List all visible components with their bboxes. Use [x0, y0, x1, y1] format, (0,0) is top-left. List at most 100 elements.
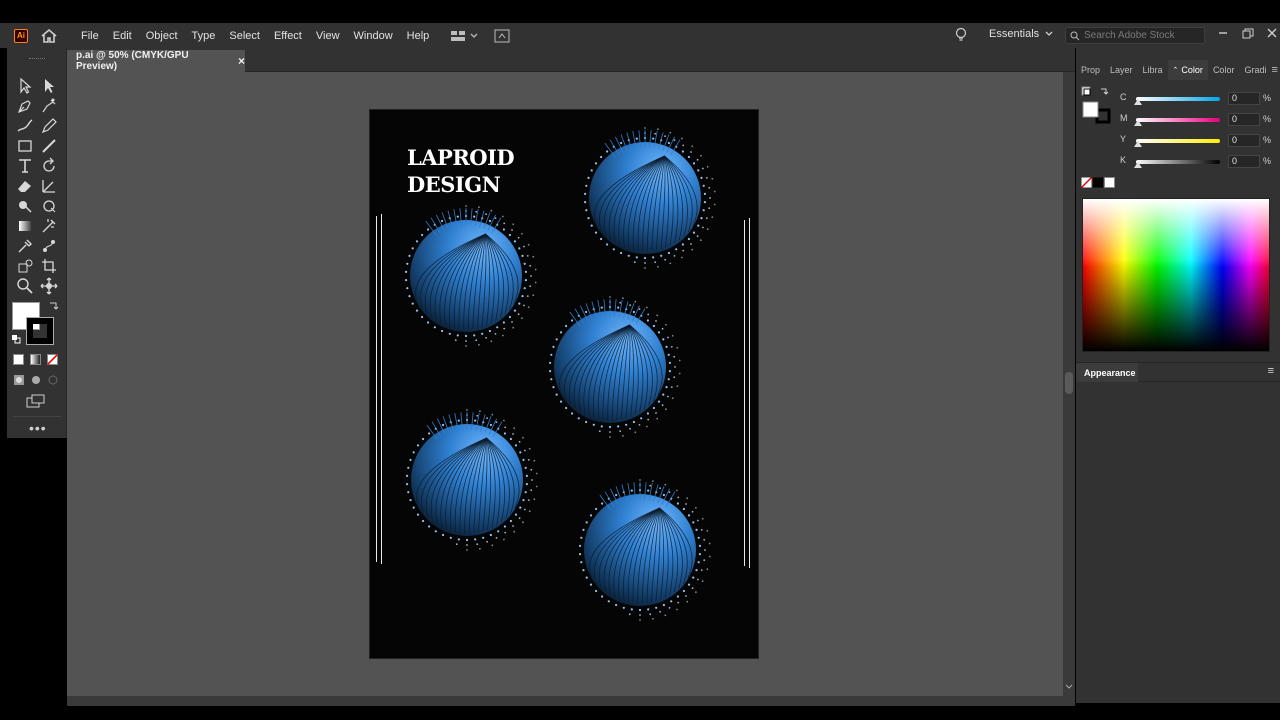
sphere-artwork[interactable] [370, 110, 758, 658]
sphere[interactable] [406, 409, 538, 551]
tab-color-guide[interactable]: Color [1208, 60, 1240, 80]
close-tab-icon[interactable]: × [238, 54, 245, 68]
appearance-menu-icon[interactable]: ≡ [1268, 365, 1274, 377]
top-black-bar [0, 0, 1280, 23]
color-spectrum[interactable] [1082, 198, 1270, 352]
sphere[interactable] [584, 127, 716, 269]
lightbulb-icon[interactable] [955, 27, 967, 43]
document-title: p.ai @ 50% (CMYK/GPU Preview) [76, 50, 189, 72]
menu-type[interactable]: Type [185, 30, 223, 42]
close-window-icon[interactable] [1267, 28, 1277, 38]
stroke-swatch[interactable] [26, 317, 54, 345]
menu-view[interactable]: View [309, 30, 347, 42]
color-mode-button[interactable] [13, 354, 24, 365]
chevron-down-icon [470, 33, 478, 38]
eyedropper-tool-icon[interactable] [15, 236, 35, 256]
cyan-track[interactable] [1136, 97, 1220, 101]
search-icon [1070, 31, 1080, 40]
tab-libraries[interactable]: Libra [1138, 60, 1168, 80]
yellow-value-input[interactable]: 0 [1228, 134, 1260, 147]
draw-normal-icon[interactable] [13, 374, 25, 386]
stock-search-input[interactable]: Search Adobe Stock [1065, 27, 1205, 44]
gradient-mode-button[interactable] [30, 354, 41, 365]
scrollbar-thumb[interactable] [1065, 372, 1073, 394]
type-tool-icon[interactable] [15, 156, 35, 176]
right-panel-dock: Prop Layer Libra ⌃ Color Color Gradi ≡ C … [1076, 48, 1280, 703]
chevron-down-icon [1045, 31, 1053, 36]
menu-effect[interactable]: Effect [267, 30, 309, 42]
free-transform-tool-icon[interactable] [39, 196, 59, 216]
magenta-track[interactable] [1136, 118, 1220, 122]
document-tab[interactable]: p.ai @ 50% (CMYK/GPU Preview) × [67, 50, 245, 72]
pencil-tool-icon[interactable] [39, 116, 59, 136]
menu-file[interactable]: File [74, 30, 106, 42]
appearance-panel-header: Appearance ≡ [1076, 362, 1280, 382]
quick-swatches[interactable] [1081, 177, 1121, 189]
shape-builder-tool-icon[interactable] [15, 196, 35, 216]
draw-behind-icon[interactable] [30, 374, 42, 386]
direct-selection-tool-icon[interactable] [39, 76, 59, 96]
send-to-icon[interactable] [494, 29, 510, 43]
gradient-tool-icon[interactable] [15, 216, 35, 236]
none-mode-button[interactable] [47, 354, 58, 365]
fill-stroke-mini-icon[interactable] [1081, 86, 1115, 128]
menu-edit[interactable]: Edit [106, 30, 139, 42]
yellow-track[interactable] [1136, 139, 1220, 143]
screen-mode-icon[interactable] [26, 394, 46, 408]
magenta-value-input[interactable]: 0 [1228, 113, 1260, 126]
tab-layers[interactable]: Layer [1105, 60, 1138, 80]
edit-toolbar-button[interactable]: ••• [29, 420, 47, 436]
blend-tool-icon[interactable] [39, 236, 59, 256]
tab-gradient[interactable]: Gradi [1239, 60, 1271, 80]
black-unit: % [1263, 156, 1272, 166]
chevron-down-icon[interactable] [1065, 684, 1073, 690]
yellow-knob[interactable] [1134, 141, 1142, 147]
paintbrush-tool-icon[interactable] [39, 136, 59, 156]
panel-menu-icon[interactable]: ≡ [1271, 64, 1277, 76]
eraser-tool-icon[interactable] [15, 176, 35, 196]
restore-icon[interactable] [1242, 28, 1254, 40]
cyan-knob[interactable] [1134, 99, 1142, 105]
brush-tool-icon[interactable] [15, 116, 35, 136]
minimize-icon[interactable] [1218, 31, 1228, 35]
slider-black[interactable]: K 0 % [1120, 155, 1272, 169]
menu-object[interactable]: Object [139, 30, 185, 42]
default-fill-stroke-icon[interactable] [11, 334, 21, 344]
slider-magenta[interactable]: M 0 % [1120, 113, 1271, 127]
artboard-tool-icon[interactable] [39, 256, 59, 276]
pen-tool-icon[interactable] [15, 96, 35, 116]
magenta-knob[interactable] [1134, 120, 1142, 126]
scale-tool-icon[interactable] [39, 176, 59, 196]
artboard[interactable]: LAPROID DESIGN [369, 109, 759, 659]
sphere[interactable] [405, 205, 537, 347]
black-knob[interactable] [1134, 162, 1142, 168]
slider-cyan[interactable]: C 0 % [1120, 92, 1271, 106]
tab-properties[interactable]: Prop [1076, 60, 1105, 80]
arrange-documents-button[interactable] [450, 30, 478, 42]
panel-grip[interactable] [29, 58, 45, 60]
sphere[interactable] [579, 479, 711, 621]
swap-fill-stroke-icon[interactable] [47, 300, 59, 312]
zoom-tool-icon[interactable] [15, 276, 35, 296]
menu-help[interactable]: Help [400, 30, 437, 42]
home-icon[interactable] [40, 28, 58, 44]
tab-appearance[interactable]: Appearance [1076, 363, 1138, 382]
workspace-switcher[interactable]: Essentials [989, 28, 1053, 40]
black-value-input[interactable]: 0 [1228, 155, 1260, 168]
black-track[interactable] [1136, 160, 1220, 164]
tab-color[interactable]: ⌃ Color [1167, 60, 1208, 80]
hand-tool-icon[interactable] [39, 276, 59, 296]
slider-yellow[interactable]: Y 0 % [1120, 134, 1271, 148]
sphere[interactable] [549, 296, 681, 438]
cyan-value-input[interactable]: 0 [1228, 92, 1260, 105]
rectangle-tool-icon[interactable] [15, 136, 35, 156]
vertical-scrollbar[interactable] [1063, 72, 1075, 696]
curvature-tool-icon[interactable] [39, 96, 59, 116]
symbol-sprayer-tool-icon[interactable] [15, 256, 35, 276]
rotate-tool-icon[interactable] [39, 156, 59, 176]
selection-tool-icon[interactable] [15, 76, 35, 96]
draw-inside-icon[interactable] [47, 374, 59, 386]
menu-select[interactable]: Select [222, 30, 267, 42]
mesh-tool-icon[interactable] [39, 216, 59, 236]
menu-window[interactable]: Window [347, 30, 400, 42]
